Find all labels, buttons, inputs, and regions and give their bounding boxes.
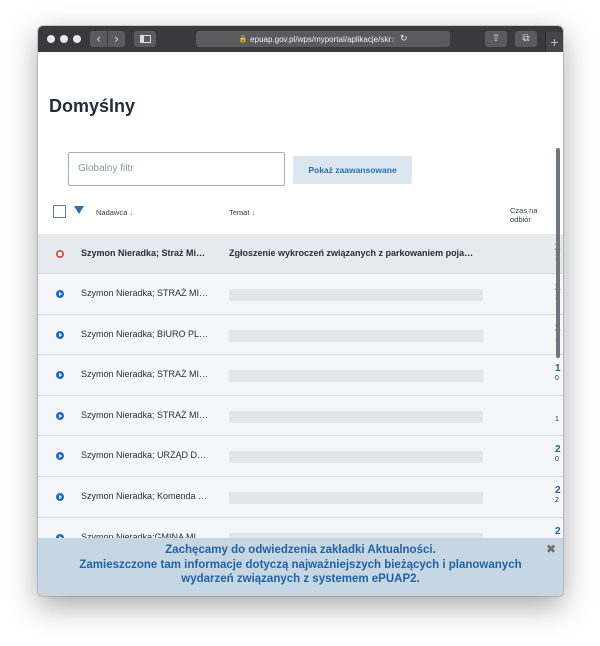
time-header-line2: odbiór — [510, 215, 531, 224]
page-content: Domyślny Globalny filtr Pokaż zaawansowa… — [38, 52, 563, 596]
url-text-faded: z — [390, 34, 395, 44]
row-date: 2 — [555, 444, 561, 456]
banner-line-3: wydarzeń związanych z systemem ePUAP2. — [181, 573, 420, 585]
sort-arrow-icon: ↓ — [251, 208, 256, 217]
close-window-button[interactable] — [47, 35, 55, 43]
new-tab-button[interactable]: + — [545, 32, 563, 52]
forward-button[interactable]: › — [108, 31, 125, 47]
row-topic: Zgłoszenie wykroczeń związanych z parkow… — [229, 248, 474, 258]
table-row[interactable]: Szymon Nieradka; BIURO PL… 2 1 — [38, 314, 563, 356]
caret-down-icon[interactable] — [74, 206, 84, 214]
message-status-icon — [56, 411, 64, 420]
banner-line-2: Zamieszczone tam informacje dotyczą najw… — [79, 558, 522, 571]
row-sender: Szymon Nieradka; Komenda … — [81, 490, 208, 501]
sort-arrow-icon: ↓ — [129, 208, 134, 217]
message-list: Szymon Nieradka; Straż Mi… Zgłoszenie wy… — [38, 234, 563, 559]
row-sender: Szymon Nieradka; STRAŻ MI… — [81, 409, 209, 420]
row-time: 1 — [555, 415, 559, 423]
table-row[interactable]: Szymon Nieradka; Komenda … 2 2 — [38, 476, 563, 518]
row-topic-redacted — [229, 451, 483, 464]
zoom-window-button[interactable] — [73, 35, 81, 43]
show-advanced-button[interactable]: Pokaż zaawansowane — [293, 156, 412, 184]
row-date: 2 — [555, 525, 561, 537]
sidebar-icon — [139, 35, 151, 43]
minimize-window-button[interactable] — [60, 35, 68, 43]
message-status-icon — [56, 330, 64, 339]
address-bar[interactable]: 🔒 epuap.gov.pl/wps/myportal/aplikacje/sk… — [196, 31, 450, 47]
banner-line-1: Zachęcamy do odwiedzenia zakładki Aktual… — [165, 544, 436, 556]
reload-icon[interactable]: ↻ — [400, 34, 408, 44]
sidebar-toggle-button[interactable] — [134, 31, 156, 47]
column-header-time[interactable]: Czas na odbiór — [510, 206, 538, 224]
page-scrollbar[interactable] — [556, 148, 560, 358]
table-row[interactable]: Szymon Nieradka; STRAŻ MI… 1 — [38, 395, 563, 437]
row-topic-redacted — [229, 289, 483, 301]
history-nav: ‹ › — [90, 31, 125, 47]
table-row[interactable]: Szymon Nieradka; STRAŻ MI… 2 1 — [38, 274, 563, 315]
table-row[interactable]: Szymon Nieradka; URZĄD D… 2 0 — [38, 436, 563, 477]
unread-status-icon — [56, 250, 64, 258]
share-button[interactable]: ⇧ — [485, 31, 507, 47]
news-banner: Zachęcamy do odwiedzenia zakładki Aktual… — [38, 538, 563, 596]
sender-header-label: Nadawca — [96, 208, 128, 217]
row-date: 1 — [555, 363, 561, 375]
column-header-sender[interactable]: Nadawca ↓ — [96, 208, 133, 217]
row-sender: Szymon Nieradka; BIURO PL… — [81, 328, 209, 339]
message-status-icon — [56, 452, 64, 461]
row-sender: Szymon Nieradka; URZĄD D… — [81, 450, 207, 461]
topic-header-label: Temat — [229, 208, 250, 217]
lock-icon: 🔒 — [238, 36, 248, 43]
row-time: 0 — [555, 456, 559, 464]
close-icon[interactable]: ✖ — [546, 542, 556, 557]
message-status-icon — [56, 290, 64, 298]
row-time: 0 — [555, 375, 559, 383]
url-text: epuap.gov.pl/wps/myportal/aplikacje/skr — [250, 34, 391, 44]
back-button[interactable]: ‹ — [90, 31, 107, 47]
row-sender: Szymon Nieradka; Straż Mi… — [81, 248, 206, 258]
page-title: Domyślny — [49, 96, 136, 116]
column-header-topic[interactable]: Temat ↓ — [229, 208, 255, 217]
table-header: Nadawca ↓ Temat ↓ Czas na odbiór — [38, 200, 563, 234]
global-filter-input[interactable]: Globalny filtr — [68, 152, 285, 186]
table-row[interactable]: Szymon Nieradka; STRAŻ MI… 1 0 — [38, 355, 563, 396]
row-topic-redacted — [229, 329, 483, 342]
row-date: 2 — [555, 484, 561, 496]
row-time: 2 — [555, 496, 559, 504]
time-header-line1: Czas na — [510, 206, 538, 215]
browser-window: ‹ › 🔒 epuap.gov.pl/wps/myportal/aplikacj… — [38, 26, 563, 596]
row-sender: Szymon Nieradka; STRAŻ MI… — [81, 288, 209, 298]
select-all-checkbox[interactable] — [53, 205, 66, 218]
message-status-icon — [56, 492, 64, 501]
row-topic-redacted — [229, 410, 483, 423]
window-controls — [47, 35, 81, 43]
table-row[interactable]: Szymon Nieradka; Straż Mi… Zgłoszenie wy… — [38, 234, 563, 274]
row-topic-redacted — [229, 370, 483, 383]
row-sender: Szymon Nieradka; STRAŻ MI… — [81, 369, 209, 380]
row-topic-redacted — [229, 491, 483, 504]
tabs-overview-button[interactable]: ⧉ — [515, 31, 537, 47]
message-status-icon — [56, 371, 64, 380]
browser-toolbar: ‹ › 🔒 epuap.gov.pl/wps/myportal/aplikacj… — [38, 26, 563, 52]
